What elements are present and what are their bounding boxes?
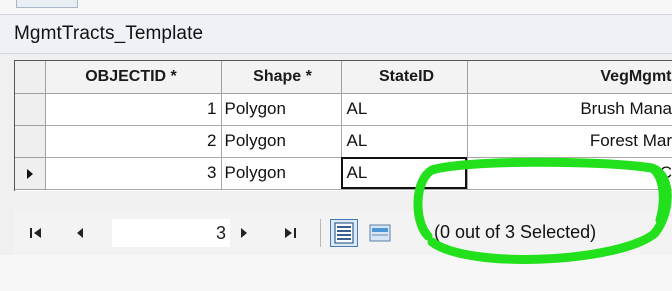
column-header-vegmgmt[interactable]: VegMgmt [467, 61, 672, 94]
cell-stateid[interactable]: AL [341, 93, 468, 126]
select-all-header[interactable] [15, 61, 46, 94]
cell-shape[interactable]: Polygon [221, 125, 342, 158]
header-row: OBJECTID * Shape * StateID VegMgmt [15, 61, 672, 94]
attribute-table: OBJECTID * Shape * StateID VegMgmt 1 Pol… [15, 61, 672, 190]
cell-objectid[interactable]: 1 [45, 93, 222, 126]
attribute-grid: OBJECTID * Shape * StateID VegMgmt 1 Pol… [14, 60, 672, 191]
column-header-stateid[interactable]: StateID [341, 61, 468, 94]
cell-objectid[interactable]: 3 [45, 157, 222, 190]
row-header-current[interactable] [15, 157, 46, 190]
column-header-objectid[interactable]: OBJECTID * [45, 61, 222, 94]
table-row[interactable]: 3 Polygon AL C [15, 157, 672, 190]
row-header[interactable] [15, 93, 46, 126]
toolbar-separator [320, 219, 321, 247]
navigation-bar: (0 out of 3 Selected) [14, 211, 672, 255]
cell-shape[interactable]: Polygon [221, 157, 342, 190]
table-title: MgmtTracts_Template [14, 23, 204, 44]
cell-stateid[interactable]: AL [341, 125, 468, 158]
first-record-icon[interactable] [26, 222, 46, 244]
cell-vegmgmt[interactable]: Forest Mar [467, 125, 672, 158]
next-record-icon[interactable] [234, 222, 254, 244]
show-all-records-icon[interactable] [330, 219, 358, 247]
current-record-input[interactable] [112, 219, 230, 247]
previous-record-icon[interactable] [70, 222, 90, 244]
title-bar: MgmtTracts_Template [0, 15, 672, 54]
cell-stateid-active[interactable]: AL [341, 157, 468, 190]
table-row[interactable]: 1 Polygon AL Brush Mana [15, 93, 672, 126]
column-header-shape[interactable]: Shape * [221, 61, 342, 94]
tab-stub[interactable] [16, 0, 78, 8]
show-selected-records-icon[interactable] [366, 219, 394, 247]
cell-vegmgmt[interactable]: C [467, 157, 672, 190]
current-row-arrow-icon [26, 168, 33, 179]
table-window: MgmtTracts_Template OBJECTID * Shape * S… [0, 14, 672, 255]
table-row[interactable]: 2 Polygon AL Forest Mar [15, 125, 672, 158]
cell-objectid[interactable]: 2 [45, 125, 222, 158]
last-record-icon[interactable] [280, 222, 300, 244]
selection-status: (0 out of 3 Selected) [434, 222, 597, 242]
row-header[interactable] [15, 125, 46, 158]
cell-vegmgmt[interactable]: Brush Mana [467, 93, 672, 126]
cell-shape[interactable]: Polygon [221, 93, 342, 126]
